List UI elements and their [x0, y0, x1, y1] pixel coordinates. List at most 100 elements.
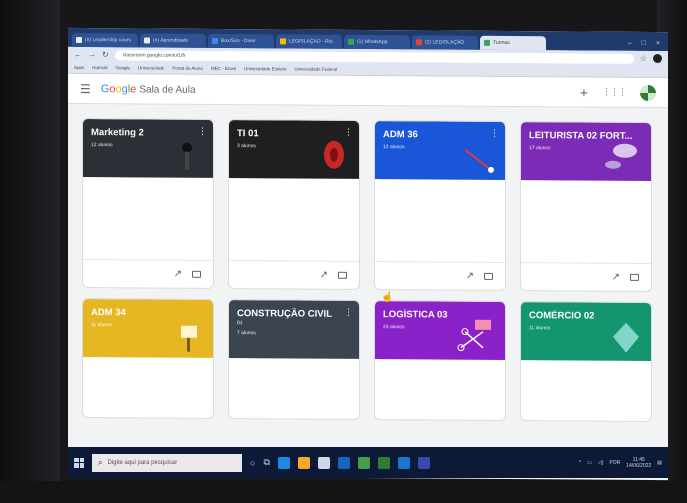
- class-card[interactable]: CONSTRUÇÃO CIVIL 01 7 alunos ⋮: [228, 299, 360, 420]
- card-banner[interactable]: LEITURISTA 02 FORT... 17 alunos: [521, 122, 651, 181]
- folder-icon[interactable]: [484, 272, 493, 280]
- hamburger-menu-icon[interactable]: ☰: [80, 81, 91, 95]
- window-controls: – □ ×: [620, 40, 668, 51]
- class-card[interactable]: COMÉRCIO 02 11 alunos: [520, 301, 652, 422]
- network-icon[interactable]: ▭: [587, 460, 592, 466]
- class-card[interactable]: ADM 36 12 alunos ⋮ ↗: [374, 120, 506, 291]
- plus-icon[interactable]: +: [580, 84, 588, 100]
- browser-tab[interactable]: (n) Aprendizado: [140, 33, 206, 48]
- chevron-up-icon[interactable]: ^: [579, 460, 581, 466]
- app-icon[interactable]: [397, 456, 410, 469]
- class-section: 01: [237, 320, 243, 327]
- url-input[interactable]: classroom.google.com/u/1/h: [114, 49, 634, 64]
- bookmark-item[interactable]: Universidade Federal: [294, 66, 337, 71]
- tab-favicon-icon: [76, 36, 82, 44]
- browser-tab-active[interactable]: Turmas: [480, 35, 546, 51]
- bookmark-item[interactable]: Apps: [74, 65, 84, 70]
- volume-icon[interactable]: ◁): [598, 460, 604, 466]
- task-view-icon[interactable]: ⧉: [263, 457, 269, 468]
- taskbar-clock[interactable]: 11:45 14/06/2022: [626, 457, 651, 469]
- windows-taskbar: ⌕ Digite aqui para pesquisar ○ ⧉ ^ ▭ ◁) …: [68, 447, 668, 478]
- monitor-bezel-left: [0, 0, 60, 503]
- back-arrow-icon[interactable]: ←: [74, 50, 82, 59]
- card-footer: ↗: [229, 260, 359, 289]
- banner-illustration-icon: [181, 325, 197, 352]
- browser-tab[interactable]: Box/Sim - Diver: [208, 33, 274, 49]
- bookmark-item[interactable]: Universidade: [138, 65, 164, 70]
- bookmark-item[interactable]: Universidade Estácio: [244, 66, 286, 71]
- class-card[interactable]: LEITURISTA 02 FORT... 17 alunos ↗: [520, 121, 652, 292]
- bookmark-item[interactable]: Portal do Aluno: [172, 66, 203, 71]
- folder-icon[interactable]: [338, 271, 347, 279]
- taskbar-search-placeholder: Digite aqui para pesquisar: [107, 459, 178, 466]
- tab-label: (n) Aprendizado: [153, 37, 189, 44]
- app-icon[interactable]: [377, 456, 390, 469]
- banner-illustration-icon: [182, 142, 192, 170]
- card-banner[interactable]: ADM 36 12 alunos ⋮: [375, 121, 505, 180]
- more-options-icon[interactable]: ⋮: [344, 307, 353, 318]
- tab-favicon-icon: [348, 38, 354, 45]
- bookmark-item[interactable]: Google: [116, 65, 131, 70]
- minimize-button[interactable]: –: [628, 40, 632, 47]
- clock-date: 14/06/2022: [626, 462, 652, 469]
- browser-tab[interactable]: (n) Leadership cours: [72, 32, 138, 48]
- mail-icon[interactable]: [337, 456, 350, 469]
- trending-icon[interactable]: ↗: [612, 272, 620, 283]
- class-title[interactable]: CONSTRUÇÃO CIVIL: [237, 308, 351, 320]
- browser-tab[interactable]: LEGISLAÇÃO - Rio: [276, 34, 342, 49]
- store-icon[interactable]: [317, 456, 330, 469]
- card-banner[interactable]: CONSTRUÇÃO CIVIL 01 7 alunos ⋮: [229, 300, 359, 359]
- reload-icon[interactable]: ↻: [102, 50, 109, 59]
- banner-illustration-icon: [324, 140, 344, 169]
- cortana-icon[interactable]: ○: [250, 458, 255, 468]
- tab-favicon-icon: [280, 38, 286, 45]
- card-footer: ↗: [83, 259, 213, 288]
- class-card[interactable]: TI 01 3 alunos ⋮ ↗: [228, 119, 360, 290]
- trending-icon[interactable]: ↗: [466, 271, 474, 282]
- card-banner[interactable]: TI 01 3 alunos ⋮: [229, 120, 359, 179]
- google-classroom-logo[interactable]: Google Sala de Aula: [101, 83, 196, 96]
- forward-arrow-icon[interactable]: →: [88, 50, 96, 59]
- maximize-button[interactable]: □: [642, 40, 646, 47]
- file-explorer-icon[interactable]: [297, 456, 310, 469]
- browser-tab[interactable]: (2) LEGISLAÇÃO: [412, 35, 478, 50]
- tab-label: (1) WhatsApp: [357, 38, 388, 46]
- language-indicator[interactable]: POR: [609, 460, 620, 466]
- tab-label: Turmas: [493, 39, 510, 46]
- close-window-button[interactable]: ×: [656, 40, 660, 47]
- browser-profile-avatar[interactable]: [653, 53, 662, 64]
- class-card[interactable]: Marketing 2 12 alunos ⋮ ↗: [82, 118, 214, 289]
- folder-icon[interactable]: [192, 270, 201, 278]
- trending-icon[interactable]: ↗: [174, 269, 182, 280]
- class-card[interactable]: ADM 34 11 alunos: [82, 298, 214, 419]
- product-name: Sala de Aula: [139, 83, 196, 96]
- more-options-icon[interactable]: ⋮: [490, 128, 499, 139]
- banner-illustration-icon: [605, 143, 637, 169]
- google-apps-grid-icon[interactable]: ⋮⋮⋮: [602, 87, 626, 98]
- tab-favicon-icon: [212, 37, 218, 44]
- user-avatar[interactable]: [640, 84, 656, 101]
- notification-icon[interactable]: ▤: [657, 460, 662, 466]
- trending-icon[interactable]: ↗: [320, 270, 328, 281]
- card-footer: ↗: [375, 261, 505, 290]
- card-banner[interactable]: Marketing 2 12 alunos ⋮: [83, 119, 213, 178]
- windows-start-icon[interactable]: [74, 457, 84, 468]
- class-card[interactable]: LOGÍSTICA 03 23 alunos: [374, 300, 506, 421]
- class-title[interactable]: ADM 34: [91, 307, 205, 319]
- app-icon[interactable]: [417, 456, 430, 469]
- class-title[interactable]: ADM 36: [383, 129, 497, 141]
- star-icon[interactable]: ☆: [640, 54, 647, 63]
- card-banner[interactable]: ADM 34 11 alunos: [83, 299, 213, 358]
- bookmark-item[interactable]: Hotmail: [92, 65, 107, 70]
- tab-favicon-icon: [416, 39, 422, 46]
- card-banner[interactable]: COMÉRCIO 02 11 alunos: [521, 302, 651, 361]
- tab-favicon-icon: [144, 37, 150, 44]
- chrome-icon[interactable]: [357, 456, 370, 469]
- tab-label: Box/Sim - Diver: [221, 37, 256, 45]
- card-banner[interactable]: LOGÍSTICA 03 23 alunos: [375, 301, 505, 360]
- taskbar-search-box[interactable]: ⌕ Digite aqui para pesquisar: [92, 453, 242, 472]
- bookmark-item[interactable]: MEC - Brasil: [211, 66, 236, 71]
- browser-tab[interactable]: (1) WhatsApp: [344, 34, 410, 50]
- edge-icon[interactable]: [277, 456, 290, 469]
- folder-icon[interactable]: [630, 273, 639, 281]
